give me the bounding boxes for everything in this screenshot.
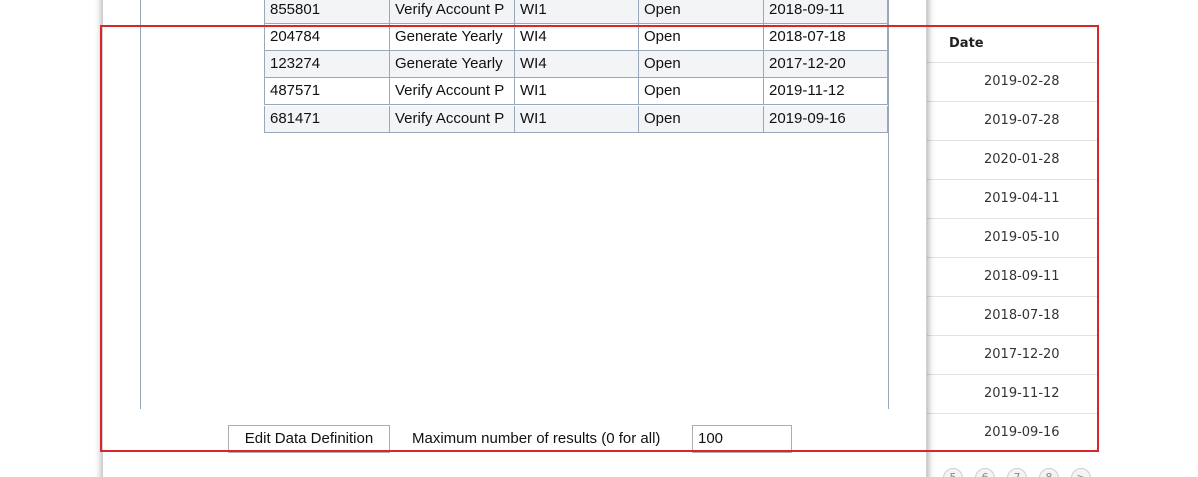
grid-cell[interactable]: Generate Yearly (390, 24, 515, 51)
grid-cell (141, 78, 265, 105)
table-row[interactable]: 681471 Verify Account P WI1 Open 2019-09… (141, 106, 888, 133)
table-row[interactable]: 487571 Verify Account P WI1 Open 2019-11… (141, 78, 888, 105)
grid-cell[interactable]: Verify Account P (390, 78, 515, 105)
grid-cell[interactable]: 2017-12-20 (764, 51, 888, 78)
grid-cell[interactable]: WI4 (515, 51, 639, 78)
table-row[interactable]: 2018-07-18 (927, 297, 1098, 336)
table-row[interactable]: 2020-01-28 (927, 141, 1098, 180)
grid-cell[interactable]: 487571 (265, 78, 390, 105)
table-row[interactable]: 2019-09-16 (927, 414, 1098, 453)
grid-cell[interactable]: Open (639, 106, 764, 133)
grid-cell[interactable]: WI1 (515, 106, 639, 133)
grid-cell[interactable]: Open (639, 51, 764, 78)
grid-cell[interactable]: 2019-09-16 (764, 106, 888, 133)
results-grid: 855801 Verify Account P WI1 Open 2018-09… (140, 0, 889, 409)
grid-cell[interactable]: Open (639, 0, 764, 24)
table-row[interactable]: 2019-04-11 (927, 180, 1098, 219)
table-row[interactable]: 2019-02-28 (927, 63, 1098, 102)
grid-cell[interactable]: WI1 (515, 78, 639, 105)
grid-cell[interactable]: 2018-09-11 (764, 0, 888, 24)
grid-cell (141, 24, 265, 51)
grid-cell (141, 106, 265, 133)
grid-cell[interactable]: Open (639, 78, 764, 105)
background-table: Date 2019-02-28 2019-07-28 2020-01-28 20… (927, 0, 1098, 477)
grid-cell (141, 51, 265, 78)
table-row[interactable]: 2018-09-11 (927, 258, 1098, 297)
grid-cell[interactable]: Verify Account P (390, 0, 515, 24)
table-row[interactable]: 2019-05-10 (927, 219, 1098, 258)
table-row[interactable]: 2017-12-20 (927, 336, 1098, 375)
table-row[interactable]: 2019-07-28 (927, 102, 1098, 141)
grid-cell[interactable]: Verify Account P (390, 106, 515, 133)
table-row[interactable]: 123274 Generate Yearly WI4 Open 2017-12-… (141, 51, 888, 78)
table-row[interactable]: 855801 Verify Account P WI1 Open 2018-09… (141, 0, 888, 24)
grid-cell[interactable]: 681471 (265, 106, 390, 133)
grid-cell[interactable]: WI4 (515, 24, 639, 51)
grid-cell[interactable]: 204784 (265, 24, 390, 51)
grid-cell[interactable]: 855801 (265, 0, 390, 24)
table-row[interactable]: 204784 Generate Yearly WI4 Open 2018-07-… (141, 24, 888, 51)
grid-cell (141, 0, 265, 24)
table-row[interactable]: 2019-11-12 (927, 375, 1098, 414)
grid-cell[interactable]: Open (639, 24, 764, 51)
grid-cell[interactable]: 2018-07-18 (764, 24, 888, 51)
edit-data-definition-button[interactable]: Edit Data Definition (228, 425, 390, 453)
grid-cell[interactable]: 2019-11-12 (764, 78, 888, 105)
max-results-input[interactable]: 100 (692, 425, 792, 453)
grid-cell[interactable]: Generate Yearly (390, 51, 515, 78)
grid-cell[interactable]: 123274 (265, 51, 390, 78)
grid-cell[interactable]: WI1 (515, 0, 639, 24)
max-results-label: Maximum number of results (0 for all) (412, 430, 661, 447)
date-column-header[interactable]: Date (927, 24, 1098, 63)
